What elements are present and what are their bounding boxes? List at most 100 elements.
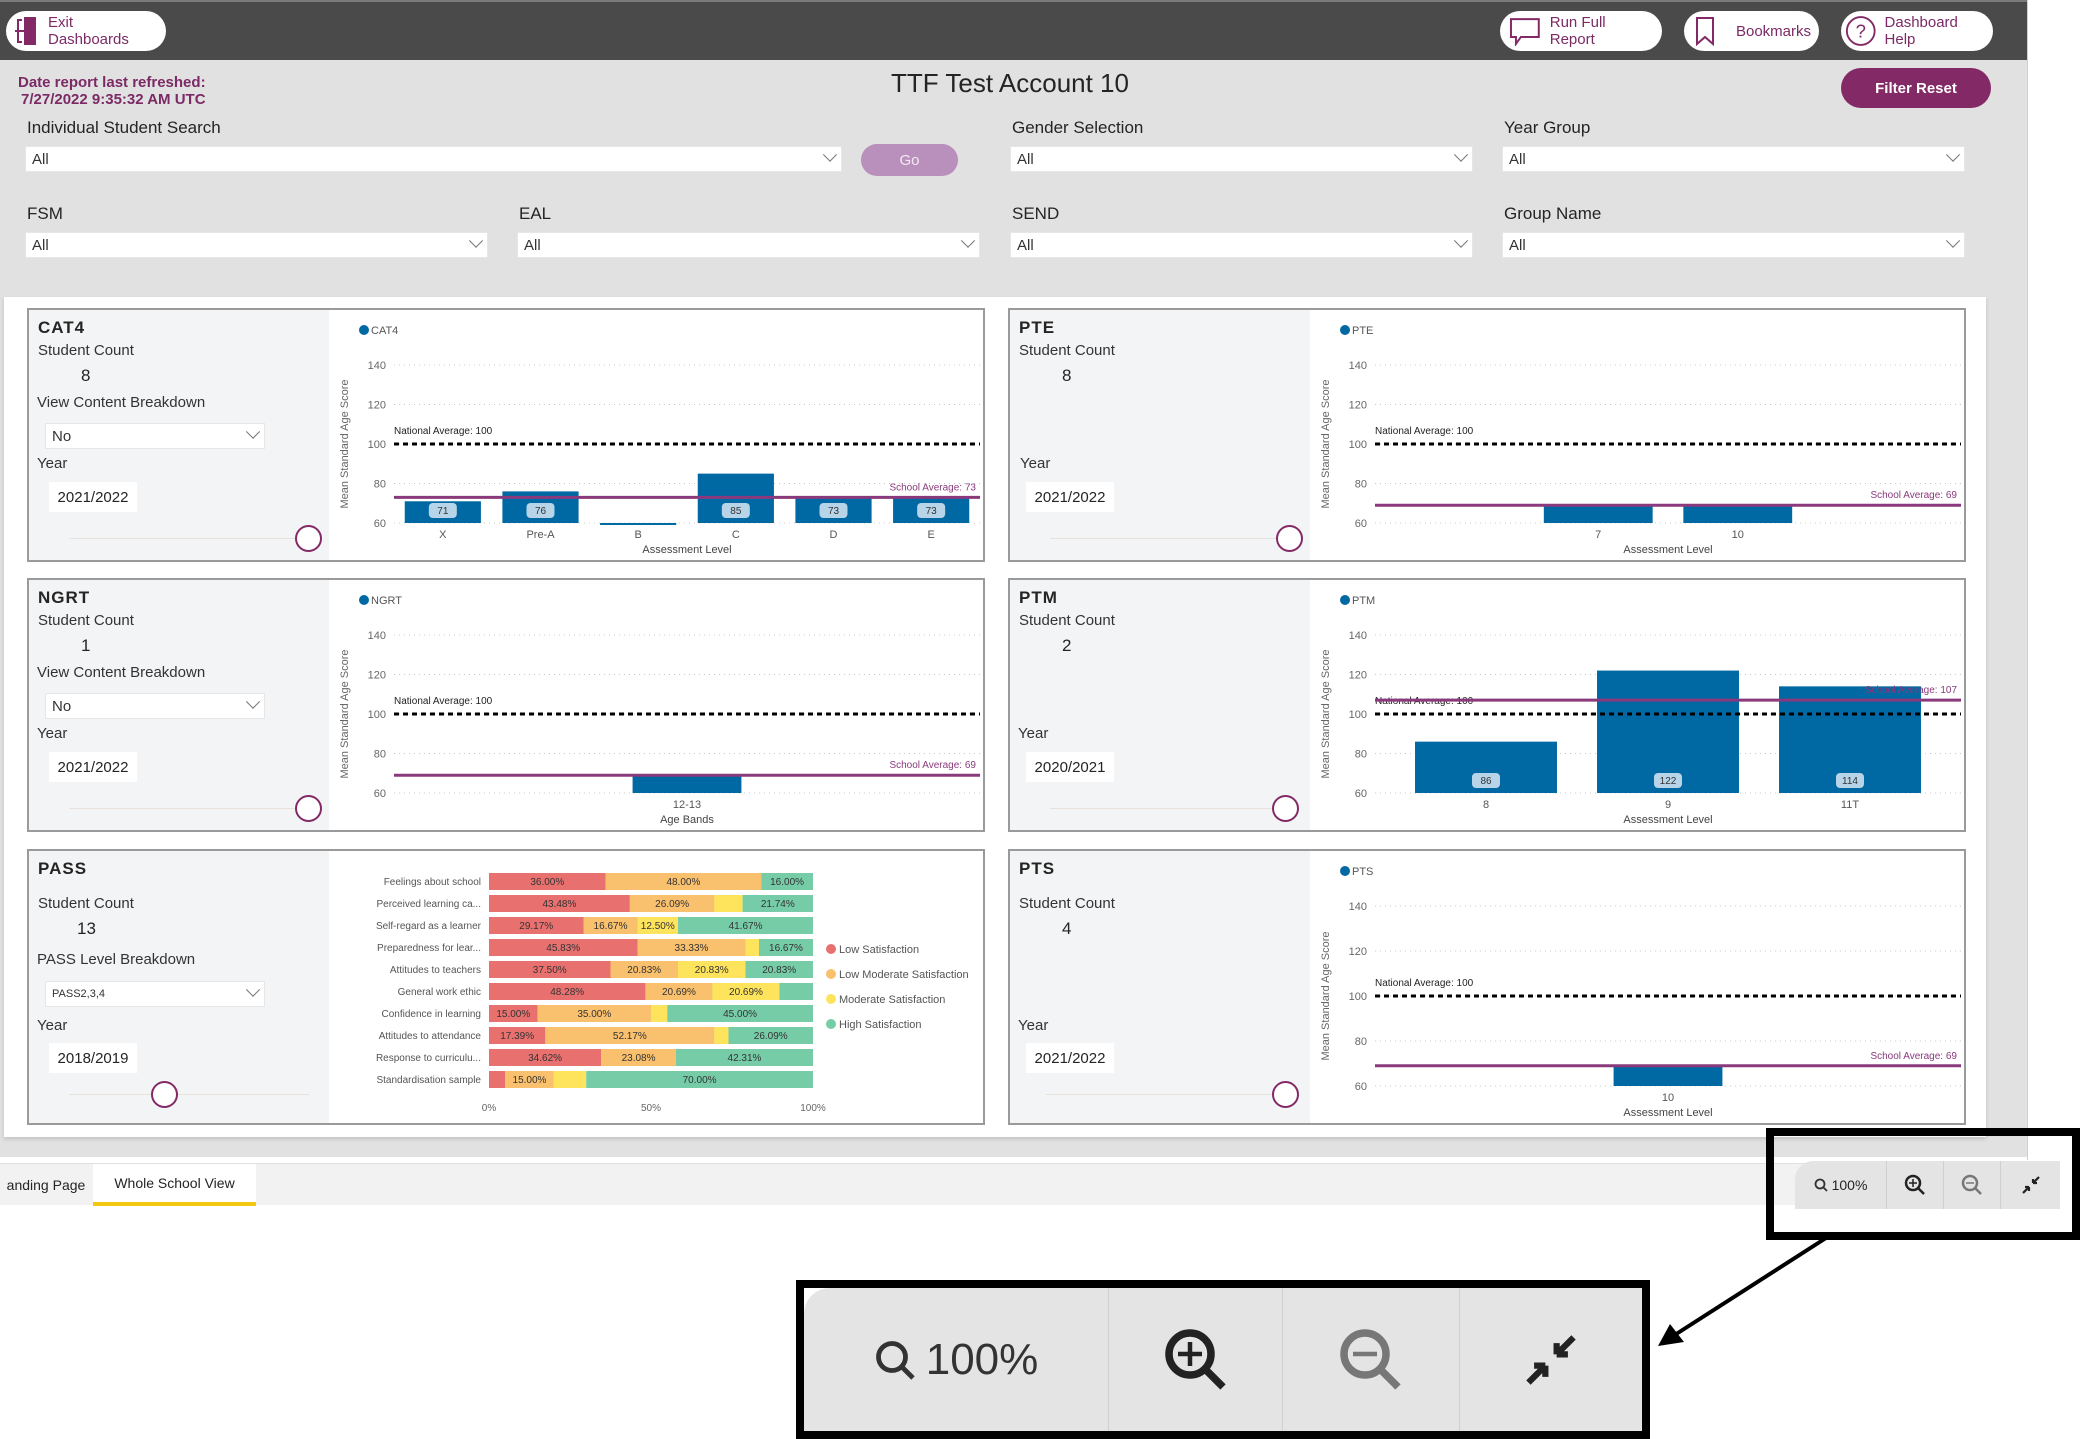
- segment-label: 35.00%: [577, 1009, 611, 1020]
- dashboard-help-button[interactable]: ? Dashboard Help: [1841, 11, 1993, 51]
- breakdown-value: No: [52, 697, 72, 715]
- tab-landing-page[interactable]: anding Page: [0, 1164, 92, 1206]
- bookmarks-button[interactable]: Bookmarks: [1684, 11, 1819, 51]
- magnified-zoom-in: [1109, 1288, 1283, 1431]
- pass-breakdown-dropdown[interactable]: PASS2,3,4: [45, 981, 265, 1007]
- card-cat4: CAT4 Student Count 8 View Content Breakd…: [27, 308, 985, 562]
- annotation-highlight-box: [1766, 1128, 2080, 1240]
- category-label: Attitudes to teachers: [390, 965, 481, 976]
- segment-label: 29.17%: [519, 921, 553, 932]
- segment-label: 34.62%: [528, 1053, 562, 1064]
- card-title: PTM: [1019, 588, 1058, 607]
- fsm-dropdown[interactable]: All: [25, 232, 488, 258]
- year-group-dropdown[interactable]: All: [1502, 146, 1965, 172]
- cat4-chart: CAT4 Mean Standard Age Score 60 80 100 120 140…: [339, 325, 980, 556]
- school-average-label: School Average: 69: [889, 760, 976, 771]
- top-bar: Exit Dashboards Run Full Report Bookmark…: [0, 0, 2027, 60]
- chevron-down-icon: [245, 424, 261, 439]
- send-dropdown[interactable]: All: [1010, 232, 1473, 258]
- category-label: Confidence in learning: [381, 1009, 481, 1020]
- search-icon: [875, 1340, 915, 1380]
- x-axis-title: Assessment Level: [1623, 814, 1712, 826]
- student-count-label: Student Count: [38, 612, 134, 629]
- segment-label: 48.28%: [550, 987, 584, 998]
- x-tick-label: 0%: [482, 1103, 497, 1114]
- year-label: Year: [1018, 725, 1049, 742]
- student-count-label: Student Count: [1019, 895, 1115, 912]
- national-average-label: National Average: 100: [1375, 426, 1474, 437]
- go-button[interactable]: Go: [861, 144, 958, 176]
- y-tick-label: 80: [1355, 479, 1367, 491]
- legend-marker-icon: [826, 969, 836, 979]
- year-value: 2018/2019: [49, 1043, 137, 1073]
- refresh-label: Date report last refreshed:: [18, 74, 206, 91]
- legend-label: PTM: [1352, 595, 1375, 607]
- year-slider-track[interactable]: [69, 538, 309, 539]
- y-tick-label: 120: [1349, 670, 1367, 682]
- segment-label: 70.00%: [683, 1075, 717, 1086]
- breakdown-dropdown[interactable]: No: [45, 693, 265, 719]
- y-tick-label: 100: [1349, 439, 1367, 451]
- eal-label: EAL: [519, 204, 552, 223]
- stacked-bar-segment: [779, 983, 813, 1000]
- segment-label: 23.08%: [622, 1053, 656, 1064]
- year-slider-handle[interactable]: [1276, 525, 1303, 552]
- stacked-bar-segment: [714, 895, 743, 912]
- stacked-bar-segment: [714, 1027, 729, 1044]
- year-slider-handle[interactable]: [1272, 1081, 1299, 1108]
- year-slider-track[interactable]: [69, 808, 309, 809]
- tab-whole-school-view[interactable]: Whole School View: [93, 1164, 256, 1206]
- school-average-label: School Average: 69: [1870, 1051, 1957, 1062]
- school-average-label: School Average: 73: [889, 482, 976, 493]
- year-label: Year: [1018, 1017, 1049, 1034]
- breakdown-value: No: [52, 427, 72, 445]
- student-search-dropdown[interactable]: All: [25, 146, 842, 172]
- legend-marker-icon: [359, 325, 369, 335]
- gender-dropdown[interactable]: All: [1010, 146, 1473, 172]
- category-label: Preparedness for lear...: [377, 943, 481, 954]
- y-tick-label: 60: [1355, 788, 1367, 800]
- year-slider-track[interactable]: [69, 1094, 309, 1095]
- student-count-label: Student Count: [1019, 612, 1115, 629]
- year-slider-handle[interactable]: [295, 525, 322, 552]
- annotation-arrow-icon: [1658, 1236, 1828, 1346]
- dashboard-help-label: Dashboard Help: [1884, 14, 1958, 48]
- card-title: PASS: [38, 859, 88, 878]
- stacked-bar-segment: [489, 1071, 506, 1088]
- eal-dropdown[interactable]: All: [517, 232, 980, 258]
- y-tick-label: 80: [1355, 1036, 1367, 1048]
- legend-marker-icon: [1340, 595, 1350, 605]
- year-slider-track[interactable]: [1046, 1094, 1286, 1095]
- category-label: Perceived learning ca...: [376, 899, 481, 910]
- chevron-down-icon: [468, 233, 484, 248]
- year-slider-handle[interactable]: [295, 795, 322, 822]
- stacked-bar-segment: [651, 1005, 668, 1022]
- y-tick-label: 140: [1349, 630, 1367, 642]
- y-tick-label: 120: [368, 670, 386, 682]
- filter-reset-button[interactable]: Filter Reset: [1841, 68, 1991, 108]
- x-tick-label: B: [634, 529, 641, 541]
- year-slider-handle[interactable]: [151, 1081, 178, 1108]
- card-ptm-side: PTM Student Count 2 Year 2020/2021: [1010, 580, 1310, 830]
- segment-label: 16.67%: [594, 921, 628, 932]
- exit-dashboards-button[interactable]: Exit Dashboards: [6, 11, 166, 51]
- bar: [1683, 505, 1793, 523]
- year-slider-handle[interactable]: [1272, 795, 1299, 822]
- student-count-value: 2: [1062, 636, 1072, 655]
- breakdown-dropdown[interactable]: No: [45, 423, 265, 449]
- legend-marker-icon: [826, 994, 836, 1004]
- year-value: 2021/2022: [1026, 1043, 1114, 1073]
- x-axis-title: Age Bands: [660, 814, 714, 826]
- y-tick-label: 60: [1355, 518, 1367, 530]
- bar: [1543, 505, 1653, 523]
- segment-label: 42.31%: [728, 1053, 762, 1064]
- group-name-label: Group Name: [1504, 204, 1602, 223]
- run-full-report-button[interactable]: Run Full Report: [1500, 11, 1662, 51]
- group-name-value: All: [1509, 236, 1526, 254]
- year-slider-track[interactable]: [1050, 538, 1290, 539]
- y-tick-label: 80: [374, 479, 386, 491]
- segment-label: 45.00%: [723, 1009, 757, 1020]
- year-slider-track[interactable]: [1050, 808, 1290, 809]
- group-name-dropdown[interactable]: All: [1502, 232, 1965, 258]
- y-tick-label: 100: [368, 709, 386, 721]
